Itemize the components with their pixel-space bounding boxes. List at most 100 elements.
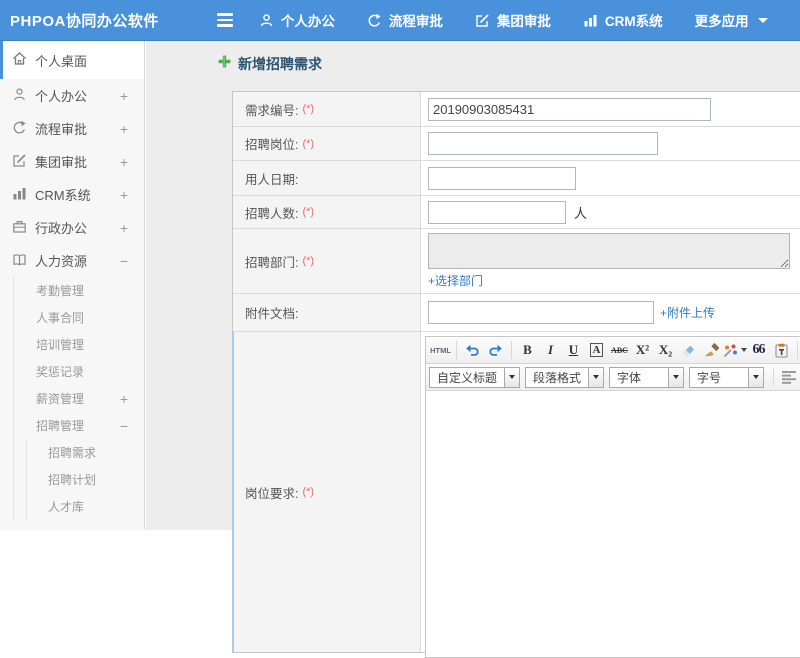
- expand-plus-icon[interactable]: +: [120, 88, 128, 104]
- sidebar-item-group-approval[interactable]: 集团审批 +: [0, 145, 144, 178]
- process-icon: [12, 120, 27, 138]
- expand-minus-icon[interactable]: −: [120, 253, 128, 269]
- expand-plus-icon[interactable]: +: [120, 391, 128, 407]
- undo-icon[interactable]: [461, 340, 484, 361]
- redo-icon[interactable]: [484, 340, 507, 361]
- topnav-workflow-approval[interactable]: 流程审批: [367, 10, 443, 30]
- field-label: 岗位要求: (*): [233, 332, 421, 652]
- sidebar-item-workflow-approval[interactable]: 流程审批 +: [0, 112, 144, 145]
- sidebar-item-attendance-management[interactable]: 考勤管理: [14, 277, 144, 304]
- sidebar-item-crm-system[interactable]: CRM系统 +: [0, 178, 144, 211]
- caret-down-icon: [588, 367, 604, 387]
- edit-square-icon: [475, 13, 490, 28]
- bar-chart-icon: [583, 13, 598, 28]
- editor-toolbar-row-2: 自定义标题 段落格式 字体 字号: [426, 364, 800, 391]
- text-color-icon[interactable]: [723, 340, 747, 361]
- page-title: 新增招聘需求: [218, 54, 322, 74]
- sidebar-item-recruit-plans[interactable]: 招聘计划: [27, 466, 144, 493]
- user-icon: [12, 87, 27, 105]
- sidebar-item-recruit-management[interactable]: 招聘管理 −: [14, 412, 144, 439]
- editor-toolbar-row-1: HTML B I U A ABC X² X₂ 66: [426, 337, 800, 364]
- paste-icon[interactable]: [770, 340, 793, 361]
- topnav-crm-system[interactable]: CRM系统: [583, 10, 663, 30]
- required-marker: (*): [302, 255, 315, 267]
- format-painter-icon[interactable]: [700, 340, 723, 361]
- align-left-icon[interactable]: [778, 367, 800, 388]
- topnav-more-apps[interactable]: 更多应用: [695, 10, 768, 30]
- sidebar: 个人桌面 个人办公 + 流程审批 + 集团审批 + CRM系统 + 行政办公 +: [0, 41, 145, 530]
- required-marker: (*): [302, 206, 315, 218]
- blockquote-button[interactable]: 66: [747, 340, 770, 361]
- field-label: 需求编号: (*): [233, 92, 421, 126]
- field-label: 招聘人数: (*): [233, 196, 421, 228]
- required-marker: (*): [302, 486, 315, 498]
- form-row-employment-date: 用人日期:: [233, 161, 800, 196]
- eraser-icon[interactable]: [677, 340, 700, 361]
- process-icon: [367, 13, 382, 28]
- caret-down-icon: [668, 367, 684, 387]
- sidebar-item-talent-pool[interactable]: 人才库: [27, 493, 144, 520]
- sidebar-item-personal-office[interactable]: 个人办公 +: [0, 79, 144, 112]
- expand-minus-icon[interactable]: −: [120, 418, 128, 434]
- expand-plus-icon[interactable]: +: [120, 187, 128, 203]
- rich-text-editor: HTML B I U A ABC X² X₂ 66 自定义标题 段落格式 字体 …: [425, 336, 800, 658]
- caret-down-icon: [757, 17, 768, 23]
- custom-heading-select[interactable]: 自定义标题: [429, 366, 521, 388]
- topnav-personal-office[interactable]: 个人办公: [259, 10, 335, 30]
- sidebar-item-training-management[interactable]: 培训管理: [14, 331, 144, 358]
- employment-date-input[interactable]: [428, 166, 576, 190]
- sidebar-group-human-resources: 考勤管理 人事合同 培训管理 奖惩记录 薪资管理 + 招聘管理 − 招聘需求 招…: [13, 277, 144, 520]
- strikethrough-button[interactable]: ABC: [608, 340, 631, 361]
- recruit-department-textarea[interactable]: [428, 233, 790, 269]
- required-marker: (*): [302, 137, 315, 150]
- sidebar-item-reward-punishment-records[interactable]: 奖惩记录: [14, 358, 144, 385]
- expand-plus-icon[interactable]: +: [120, 121, 128, 137]
- html-source-button[interactable]: HTML: [429, 340, 452, 361]
- font-size-select[interactable]: 字号: [689, 366, 765, 388]
- editor-content-area[interactable]: [426, 391, 800, 657]
- font-style-button[interactable]: A: [585, 340, 608, 361]
- font-family-select[interactable]: 字体: [609, 366, 685, 388]
- app-brand: PHPOA协同办公软件: [10, 12, 159, 30]
- attachment-upload-link[interactable]: +附件上传: [660, 304, 715, 321]
- book-icon: [12, 252, 27, 270]
- add-plus-icon: [218, 55, 231, 73]
- subscript-button[interactable]: X₂: [654, 340, 677, 361]
- home-icon: [12, 51, 27, 69]
- field-label: 招聘部门: (*): [233, 229, 421, 293]
- paragraph-format-select[interactable]: 段落格式: [525, 366, 605, 388]
- recruit-requirement-form: 需求编号: (*) 招聘岗位: (*) 用人日期:: [232, 91, 800, 658]
- underline-button[interactable]: U: [562, 340, 585, 361]
- user-icon: [259, 13, 274, 28]
- topnav-group-approval[interactable]: 集团审批: [475, 10, 551, 30]
- recruit-position-input[interactable]: [428, 132, 658, 155]
- caret-down-icon: [504, 367, 520, 387]
- headcount-unit: 人: [574, 205, 588, 221]
- briefcase-icon: [12, 219, 27, 237]
- sidebar-item-personal-desktop[interactable]: 个人桌面: [0, 41, 144, 79]
- sidebar-item-salary-management[interactable]: 薪资管理 +: [14, 385, 144, 412]
- sidebar-item-recruit-requirements[interactable]: 招聘需求: [27, 439, 144, 466]
- form-row-position-requirements: 岗位要求: (*) HTML B I U A ABC X² X₂ 66 自定义标…: [232, 332, 800, 658]
- field-label: 招聘岗位: (*): [233, 127, 421, 160]
- sidebar-item-human-resources[interactable]: 人力资源 −: [0, 244, 144, 277]
- form-row-requirement-number: 需求编号: (*): [233, 92, 800, 127]
- expand-plus-icon[interactable]: +: [120, 154, 128, 170]
- recruit-headcount-input[interactable]: [428, 200, 566, 224]
- edit-square-icon: [12, 153, 27, 171]
- form-row-recruit-department: 招聘部门: (*) +选择部门: [233, 229, 800, 294]
- topbar: PHPOA协同办公软件 个人办公 流程审批 集团审批 CRM系统 更多应用: [0, 0, 800, 41]
- requirement-number-input[interactable]: [428, 97, 711, 121]
- expand-plus-icon[interactable]: +: [120, 220, 128, 236]
- italic-button[interactable]: I: [539, 340, 562, 361]
- field-label: 附件文档:: [233, 294, 421, 331]
- hamburger-icon[interactable]: [216, 13, 233, 27]
- sidebar-item-hr-contracts[interactable]: 人事合同: [14, 304, 144, 331]
- superscript-button[interactable]: X²: [631, 340, 654, 361]
- required-marker: (*): [302, 103, 315, 115]
- sidebar-item-admin-office[interactable]: 行政办公 +: [0, 211, 144, 244]
- bold-button[interactable]: B: [516, 340, 539, 361]
- select-department-link[interactable]: +选择部门: [428, 272, 483, 289]
- top-navigation: 个人办公 流程审批 集团审批 CRM系统 更多应用: [259, 10, 768, 30]
- attachment-input[interactable]: [428, 301, 654, 324]
